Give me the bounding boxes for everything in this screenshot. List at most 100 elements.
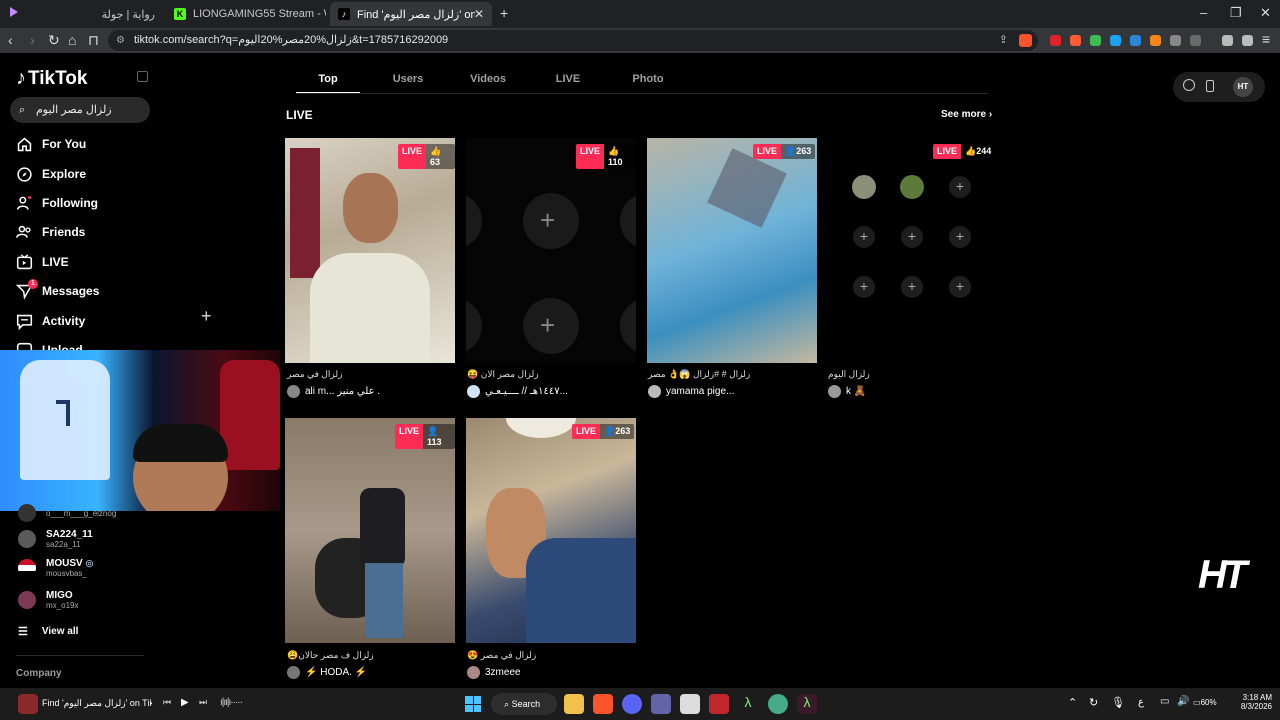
browser-menu-icon[interactable] (10, 7, 18, 17)
nav-messages[interactable]: 1 Messages (15, 278, 99, 301)
share-icon[interactable]: ⇪ (999, 30, 1008, 51)
viewers-icon: 👤 (604, 426, 616, 436)
account-item[interactable]: o___m___g_elznog (18, 501, 116, 525)
brave-icon[interactable] (593, 694, 613, 714)
nav-following[interactable]: Following (16, 193, 98, 213)
tab-photo[interactable]: Photo (618, 73, 678, 85)
sidebar-icon[interactable] (1242, 35, 1253, 46)
tray-app-icon[interactable]: ↻ (1089, 696, 1098, 709)
live-card[interactable]: LIVE 👍63 (285, 138, 455, 363)
extension-icon[interactable] (1070, 35, 1081, 46)
plus-icon: + (540, 205, 556, 235)
device-icon[interactable] (1206, 80, 1214, 92)
network-icon[interactable]: ▭ (1160, 696, 1169, 707)
discord-icon[interactable] (622, 694, 642, 714)
tab-tiktok-search[interactable]: ♪ Find 'زلزال مصر اليوم' on TikTok | ✕ (330, 2, 492, 26)
start-square (473, 696, 481, 704)
back-button[interactable]: ‹ (8, 32, 13, 48)
teams-icon[interactable] (651, 694, 671, 714)
store-icon[interactable] (680, 694, 700, 714)
lambda-app-active-icon[interactable]: λ (797, 694, 817, 714)
collapse-sidebar-icon[interactable] (137, 71, 148, 82)
reload-button[interactable]: ↻ (48, 32, 60, 49)
tab-liongaming[interactable]: K LIONGAMING55 Stream - Watch Live (166, 2, 326, 26)
chrome-icon[interactable] (768, 694, 788, 714)
card-user[interactable]: k 🧸 (828, 385, 866, 398)
home-icon[interactable]: ⌂ (68, 32, 76, 48)
card-user[interactable]: ⚡ HODA. ⚡ (287, 666, 367, 679)
nav-explore[interactable]: Explore (16, 164, 86, 184)
bookmark-icon[interactable]: ⊓ (88, 32, 99, 49)
media-icon[interactable] (1222, 35, 1233, 46)
extension-icon[interactable] (1090, 35, 1101, 46)
volume-icon[interactable]: 🔊 (1177, 696, 1189, 707)
clock[interactable]: 3:18 AM 8/3/2026 (1232, 693, 1272, 711)
tab-videos[interactable]: Videos (458, 73, 518, 85)
live-label: LIVE (933, 144, 962, 159)
url-input[interactable]: ⚙ tiktok.com/search?q=زلزال%20مصر%20اليو… (108, 30, 1038, 51)
extension-icon[interactable] (1130, 35, 1141, 46)
new-tab-button[interactable]: + (500, 5, 508, 21)
close-window-button[interactable]: ✕ (1260, 5, 1271, 21)
site-info-icon[interactable]: ⚙ (116, 30, 125, 51)
tray-chevron-icon[interactable]: ⌃ (1068, 696, 1077, 709)
tab-rewayat[interactable]: رواية | جولة (28, 2, 163, 26)
search-input[interactable]: ⌕ زلزال مصر اليوم (10, 97, 150, 123)
like-icon: 👍 (430, 146, 442, 156)
see-more-link[interactable]: See more › (941, 109, 992, 120)
menu-icon[interactable]: ≡ (1262, 31, 1270, 47)
language-indicator[interactable]: ع (1138, 697, 1144, 708)
extension-icon[interactable] (1050, 35, 1061, 46)
live-card[interactable]: LIVE 👤113 (285, 418, 455, 643)
forward-button[interactable]: › (30, 32, 35, 48)
live-card[interactable]: LIVE 👤263 (466, 418, 636, 643)
extensions-puzzle-icon[interactable] (1170, 35, 1181, 46)
account-item[interactable]: MIGO mx_o19x (18, 588, 78, 612)
live-card[interactable]: + + + + + + + LIVE 👍244 (827, 138, 997, 363)
brave-shield-icon[interactable] (1019, 34, 1032, 47)
browser-tab-bar: رواية | جولة K LIONGAMING55 Stream - Wat… (0, 0, 1280, 28)
view-all-link[interactable]: ☰ View all (18, 619, 78, 643)
nav-live[interactable]: LIVE (16, 252, 69, 272)
play-icon[interactable]: ▶ (181, 697, 189, 708)
lambda-app-icon[interactable]: λ (738, 694, 758, 714)
nav-for-you[interactable]: For You (16, 134, 86, 154)
extension-icon[interactable] (1190, 35, 1201, 46)
tab-users[interactable]: Users (378, 73, 438, 85)
account-item[interactable]: SA224_11 sa22a_11 (18, 527, 93, 551)
compass-tool-icon[interactable] (1183, 79, 1195, 91)
extension-icon[interactable] (1150, 35, 1161, 46)
next-track-icon[interactable]: ⏭ (199, 697, 207, 708)
minimize-button[interactable]: – (1200, 5, 1207, 20)
microphone-icon[interactable]: 🎙 (1111, 696, 1125, 709)
count-value: 263 (796, 146, 812, 156)
tab-live[interactable]: LIVE (538, 73, 598, 85)
live-label: LIVE (753, 144, 782, 159)
close-tab-icon[interactable]: ✕ (474, 7, 484, 21)
card-caption: زلزال في مصر (287, 369, 343, 379)
battery-indicator[interactable]: ▭60% (1193, 698, 1217, 707)
profile-avatar[interactable]: HT (1233, 77, 1253, 97)
home-icon (17, 137, 32, 151)
card-user[interactable]: ali m... علي منير . (287, 385, 380, 398)
active-window-icon[interactable] (18, 694, 38, 714)
extension-icon[interactable] (1110, 35, 1121, 46)
prev-track-icon[interactable]: ⏮ (163, 697, 171, 708)
app-icon[interactable] (709, 694, 729, 714)
card-user[interactable]: 3zmeee (467, 666, 521, 679)
maximize-button[interactable]: ❐ (1230, 5, 1242, 21)
live-card[interactable]: LIVE 👤263 (647, 138, 817, 363)
company-link[interactable]: Company (16, 668, 62, 679)
file-explorer-icon[interactable] (564, 694, 584, 714)
card-user[interactable]: ١٤٤٧هـ // ــــيـعـي... (467, 385, 568, 398)
windows-start-icon[interactable] (465, 696, 481, 712)
tab-top[interactable]: Top (296, 73, 360, 85)
active-window-title[interactable]: Find 'زلزال مصر اليوم' on Tik... (42, 698, 152, 709)
nav-activity[interactable]: Activity (16, 311, 85, 331)
live-card[interactable]: + + LIVE 👍110 (466, 138, 636, 363)
tiktok-logo[interactable]: ♪ TikTok (16, 67, 87, 90)
account-item[interactable]: MOUSV ◎ mousvbas_ (18, 556, 93, 580)
taskbar-search[interactable]: ⌕ Search (491, 693, 557, 715)
card-user[interactable]: yamama pige... (648, 385, 734, 398)
nav-friends[interactable]: Friends (16, 222, 85, 242)
